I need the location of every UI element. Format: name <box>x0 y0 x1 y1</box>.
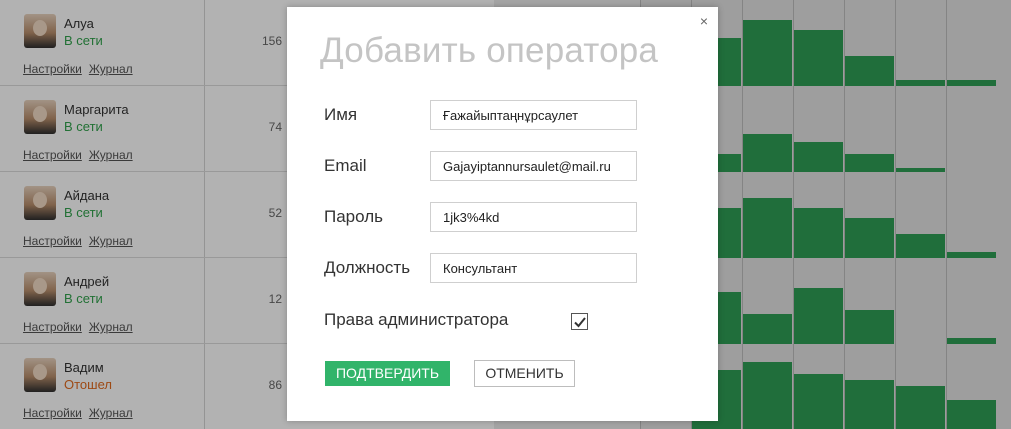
position-label: Должность <box>324 258 411 277</box>
admin-rights-label: Права администратора <box>324 310 509 329</box>
check-icon <box>574 317 586 328</box>
add-operator-dialog: Добавить оператора × Имя Email Пароль До… <box>287 7 718 421</box>
cancel-button[interactable]: ОТМЕНИТЬ <box>474 360 575 387</box>
admin-rights-checkbox[interactable] <box>571 313 588 330</box>
email-field[interactable] <box>430 151 637 181</box>
email-label: Email <box>324 156 367 175</box>
dialog-title: Добавить оператора <box>320 31 659 70</box>
position-field[interactable] <box>430 253 637 283</box>
confirm-button[interactable]: ПОДТВЕРДИТЬ <box>325 361 450 386</box>
password-field[interactable] <box>430 202 637 232</box>
close-icon[interactable]: × <box>700 13 708 29</box>
password-label: Пароль <box>324 207 383 226</box>
name-label: Имя <box>324 105 358 124</box>
name-field[interactable] <box>430 100 637 130</box>
